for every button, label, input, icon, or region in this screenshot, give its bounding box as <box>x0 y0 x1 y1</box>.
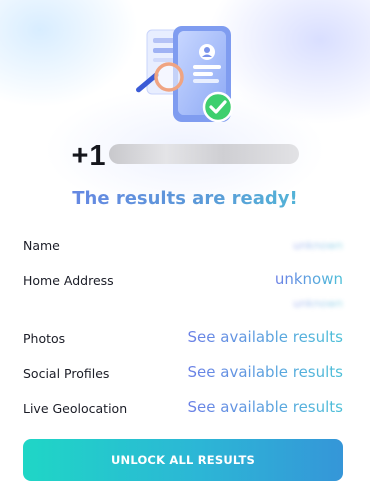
result-value-home-address: unknown <box>274 270 343 288</box>
result-row-home-address: Home Address unknown <box>23 270 343 292</box>
result-row-social-profiles[interactable]: Social Profiles See available results <box>23 363 343 385</box>
result-label-social-profiles: Social Profiles <box>23 366 110 381</box>
see-results-link-photos[interactable]: See available results <box>188 328 343 346</box>
phone-number-blurred-digits <box>108 144 299 165</box>
phone-search-illustration-icon <box>136 26 234 123</box>
phone-prefix: +1 <box>71 140 107 172</box>
results-ready-headline: The results are ready! <box>0 188 370 209</box>
result-row-photos[interactable]: Photos See available results <box>23 328 343 350</box>
result-row-live-geolocation[interactable]: Live Geolocation See available results <box>23 398 343 420</box>
result-value-home-address-blurred: unknown <box>293 297 343 310</box>
see-results-link-live-geolocation[interactable]: See available results <box>188 398 343 416</box>
result-label-live-geolocation: Live Geolocation <box>23 401 128 416</box>
result-label-name: Name <box>23 238 60 253</box>
phone-number: +1 <box>0 140 370 173</box>
result-row-name: Name unknown <box>23 235 343 257</box>
unlock-all-results-button[interactable]: UNLOCK ALL RESULTS <box>23 439 343 481</box>
result-row-home-address-extra: unknown <box>23 293 343 315</box>
see-results-link-social-profiles[interactable]: See available results <box>188 363 343 381</box>
result-label-photos: Photos <box>23 331 66 346</box>
result-value-name-blurred: unknown <box>293 239 343 252</box>
result-label-home-address: Home Address <box>23 273 114 288</box>
